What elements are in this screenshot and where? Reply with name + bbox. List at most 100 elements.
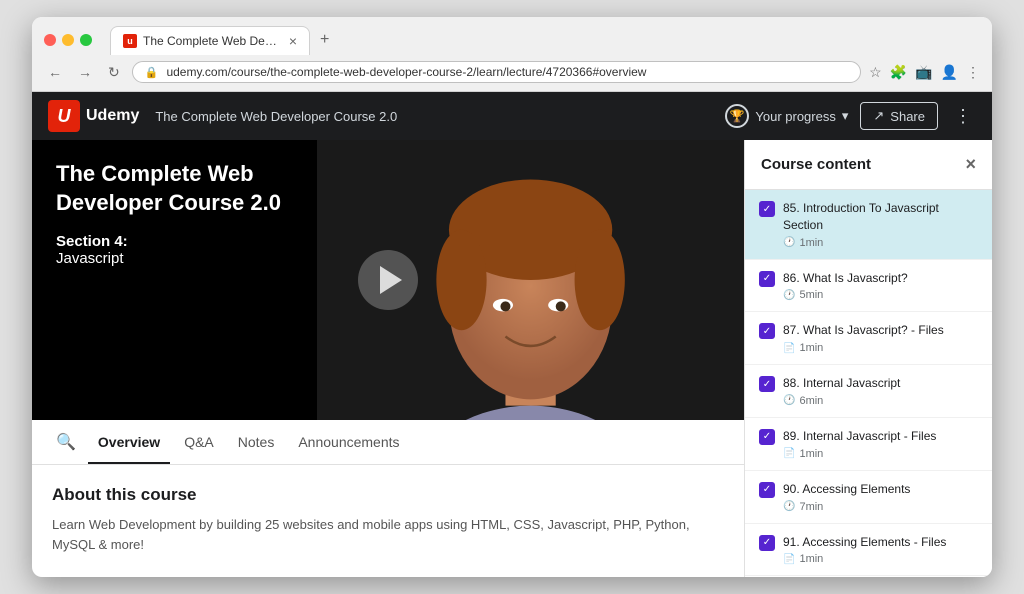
sidebar-item-duration: 6min — [799, 395, 823, 407]
profile-icon[interactable]: 👤 — [941, 64, 958, 81]
sidebar-item-duration: 5min — [799, 289, 823, 301]
sidebar-item-title: 90. Accessing Elements — [783, 481, 978, 498]
back-button[interactable]: ← — [44, 62, 66, 82]
course-sidebar: Course content × ✓ 85. Introduction To J… — [744, 140, 992, 577]
trophy-icon: 🏆 — [725, 104, 749, 128]
browser-titlebar: u The Complete Web Developer... × + — [32, 17, 992, 55]
browser-addressbar: ← → ↻ 🔒 ☆ 🧩 📺 👤 ⋮ — [32, 55, 992, 91]
extension-icon[interactable]: 🧩 — [890, 64, 907, 81]
sidebar-item-content: 89. Internal Javascript - Files 📄 1min — [783, 428, 978, 460]
sidebar-item-title: 85. Introduction To Javascript Section — [783, 200, 978, 234]
top-nav: U Udemy The Complete Web Developer Cours… — [32, 92, 992, 140]
sidebar-title: Course content — [761, 156, 871, 173]
sidebar-item-title: 88. Internal Javascript — [783, 375, 978, 392]
about-title: About this course — [52, 485, 724, 505]
progress-button[interactable]: 🏆 Your progress ▾ — [725, 104, 848, 128]
refresh-button[interactable]: ↻ — [104, 62, 124, 83]
section-name: Javascript — [56, 250, 124, 267]
window-minimize-button[interactable] — [62, 34, 74, 46]
sidebar-item-meta: 🕐 1min — [783, 237, 978, 249]
sidebar-checkbox: ✓ — [759, 429, 775, 445]
sidebar-item[interactable]: ✓ 92. Responding To A Click 🕐 7min — [745, 576, 992, 577]
lock-icon: 🔒 — [145, 66, 159, 79]
browser-tabs: u The Complete Web Developer... × + — [110, 25, 980, 55]
sidebar-item-content: 91. Accessing Elements - Files 📄 1min — [783, 534, 978, 566]
sidebar-item-title: 91. Accessing Elements - Files — [783, 534, 978, 551]
sidebar-item-content: 86. What Is Javascript? 🕐 5min — [783, 270, 978, 302]
sidebar-item[interactable]: ✓ 86. What Is Javascript? 🕐 5min — [745, 260, 992, 313]
course-overview: About this course Learn Web Development … — [32, 465, 744, 577]
share-button[interactable]: ↗ Share — [860, 102, 938, 130]
browser-window: u The Complete Web Developer... × + ← → … — [32, 17, 992, 577]
sidebar-item-content: 85. Introduction To Javascript Section 🕐… — [783, 200, 978, 249]
tab-overview[interactable]: Overview — [88, 422, 170, 464]
tab-close-icon[interactable]: × — [289, 33, 297, 49]
sidebar-item-title: 86. What Is Javascript? — [783, 270, 978, 287]
tab-notes[interactable]: Notes — [228, 422, 285, 464]
share-icon: ↗ — [873, 108, 884, 124]
tab-title: The Complete Web Developer... — [143, 34, 283, 48]
sidebar-item-duration: 7min — [799, 501, 823, 513]
course-tabs: 🔍 Overview Q&A Notes Announcements — [32, 420, 744, 465]
sidebar-item-content: 88. Internal Javascript 🕐 6min — [783, 375, 978, 407]
browser-actions: ☆ 🧩 📺 👤 ⋮ — [869, 64, 980, 81]
sidebar-checkbox: ✓ — [759, 271, 775, 287]
sidebar-item-meta: 🕐 5min — [783, 289, 978, 301]
star-icon[interactable]: ☆ — [869, 64, 882, 81]
menu-icon[interactable]: ⋮ — [966, 64, 980, 81]
forward-button[interactable]: → — [74, 62, 96, 82]
tab-announcements[interactable]: Announcements — [288, 422, 409, 464]
course-title-nav: The Complete Web Developer Course 2.0 — [155, 109, 725, 124]
sidebar-item-duration: 1min — [799, 237, 823, 249]
sidebar-item-duration: 1min — [799, 448, 823, 460]
sidebar-item[interactable]: ✓ 87. What Is Javascript? - Files 📄 1min — [745, 312, 992, 365]
video-section-label: Section 4: Javascript — [56, 233, 281, 267]
more-options-button[interactable]: ⋮ — [950, 102, 976, 131]
cast-icon[interactable]: 📺 — [915, 64, 932, 81]
tab-favicon: u — [123, 34, 137, 48]
browser-chrome: u The Complete Web Developer... × + ← → … — [32, 17, 992, 92]
udemy-logo: U Udemy — [48, 100, 139, 132]
sidebar-item-meta: 🕐 7min — [783, 501, 978, 513]
url-input[interactable] — [166, 65, 848, 79]
progress-chevron: ▾ — [842, 108, 849, 124]
active-tab[interactable]: u The Complete Web Developer... × — [110, 26, 310, 55]
sidebar-item-meta: 📄 1min — [783, 448, 978, 460]
udemy-text: Udemy — [86, 107, 139, 125]
sidebar-item[interactable]: ✓ 88. Internal Javascript 🕐 6min — [745, 365, 992, 418]
sidebar-header: Course content × — [745, 140, 992, 190]
video-course-title: The Complete Web Developer Course 2.0 — [56, 160, 281, 217]
sidebar-checkbox: ✓ — [759, 482, 775, 498]
sidebar-item-meta: 📄 1min — [783, 342, 978, 354]
sidebar-item[interactable]: ✓ 85. Introduction To Javascript Section… — [745, 190, 992, 260]
sidebar-item-duration: 1min — [799, 553, 823, 565]
play-triangle-icon — [380, 266, 402, 294]
video-player[interactable]: The Complete Web Developer Course 2.0 Se… — [32, 140, 744, 420]
sidebar-checkbox: ✓ — [759, 323, 775, 339]
sidebar-item[interactable]: ✓ 90. Accessing Elements 🕐 7min — [745, 471, 992, 524]
window-controls — [44, 34, 92, 46]
sidebar-item-content: 90. Accessing Elements 🕐 7min — [783, 481, 978, 513]
search-icon[interactable]: 🔍 — [48, 420, 84, 464]
nav-actions: 🏆 Your progress ▾ ↗ Share ⋮ — [725, 102, 976, 131]
play-button[interactable] — [358, 250, 418, 310]
sidebar-item-title: 89. Internal Javascript - Files — [783, 428, 978, 445]
main-area: The Complete Web Developer Course 2.0 Se… — [32, 140, 992, 577]
video-overlay: The Complete Web Developer Course 2.0 Se… — [56, 160, 281, 267]
sidebar-list: ✓ 85. Introduction To Javascript Section… — [745, 190, 992, 577]
sidebar-item[interactable]: ✓ 89. Internal Javascript - Files 📄 1min — [745, 418, 992, 471]
sidebar-item[interactable]: ✓ 91. Accessing Elements - Files 📄 1min — [745, 524, 992, 577]
app-content: U Udemy The Complete Web Developer Cours… — [32, 92, 992, 577]
window-close-button[interactable] — [44, 34, 56, 46]
sidebar-item-duration: 1min — [799, 342, 823, 354]
sidebar-close-button[interactable]: × — [965, 154, 976, 175]
window-maximize-button[interactable] — [80, 34, 92, 46]
new-tab-button[interactable]: + — [310, 25, 339, 55]
tab-qa[interactable]: Q&A — [174, 422, 224, 464]
address-bar[interactable]: 🔒 — [132, 61, 861, 83]
sidebar-item-title: 87. What Is Javascript? - Files — [783, 322, 978, 339]
sidebar-item-meta: 📄 1min — [783, 553, 978, 565]
share-label: Share — [890, 109, 925, 124]
about-text: Learn Web Development by building 25 web… — [52, 515, 724, 554]
progress-label: Your progress — [755, 109, 835, 124]
